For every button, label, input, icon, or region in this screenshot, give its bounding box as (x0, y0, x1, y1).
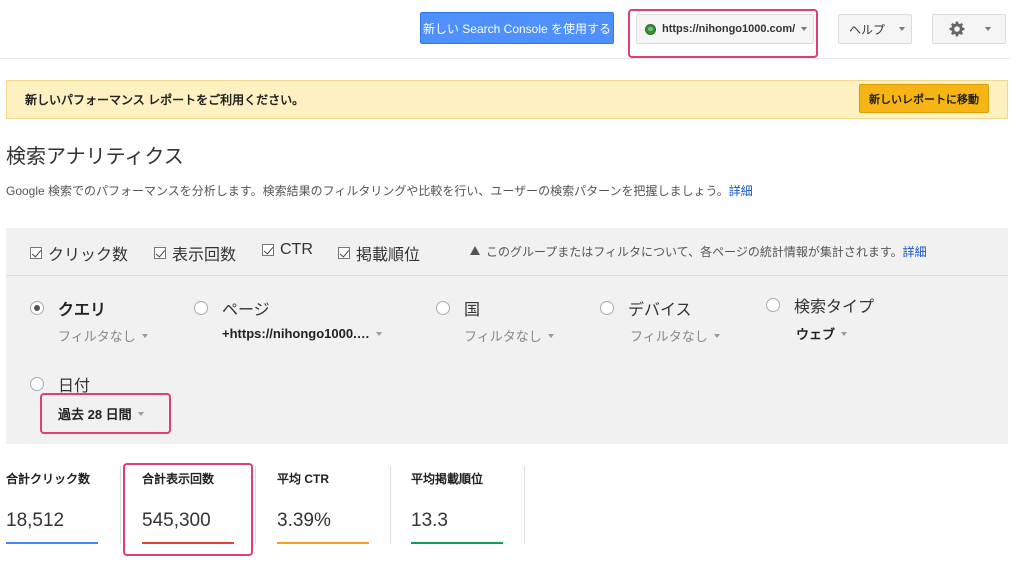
chevron-down-icon (141, 333, 148, 338)
stat-label-clicks: 合計クリック数 (6, 472, 91, 486)
radio-unselected-icon (30, 377, 44, 391)
stat-separator (524, 466, 525, 544)
radio-search-type[interactable]: 検索タイプ (766, 293, 874, 317)
stat-label-ctr: 平均 CTR (277, 472, 329, 486)
filter-value: フィルタなし (58, 329, 136, 344)
filter-value: フィルタなし (464, 329, 542, 344)
checkbox-clicks[interactable]: クリック数 (30, 241, 128, 265)
search-type-filter-dropdown[interactable]: ウェブ (796, 324, 848, 343)
checkbox-ctr[interactable]: CTR (262, 241, 313, 259)
stat-value-position: 13.3 (411, 510, 448, 531)
new-report-banner: 新しいパフォーマンス レポートをご利用ください。 (6, 80, 1008, 119)
chevron-down-icon (547, 333, 554, 338)
checkbox-label: CTR (280, 241, 313, 258)
stat-separator (390, 466, 391, 544)
new-search-console-button[interactable]: 新しい Search Console を使用する (420, 12, 614, 44)
device-filter-dropdown[interactable]: フィルタなし (630, 326, 720, 345)
checkbox-label: 掲載順位 (356, 247, 421, 264)
learn-more-link[interactable]: 詳細 (729, 184, 753, 198)
settings-button[interactable] (932, 14, 1006, 44)
checkbox-checked-icon (30, 247, 42, 259)
info-learn-more-link[interactable]: 詳細 (903, 243, 927, 260)
chevron-down-icon (985, 27, 991, 31)
radio-query[interactable]: クエリ (30, 296, 106, 320)
warning-icon (470, 246, 480, 255)
help-label: ヘルプ (849, 22, 886, 37)
panel-divider (6, 275, 1008, 276)
radio-selected-icon (30, 301, 44, 315)
gear-icon (949, 21, 965, 37)
radio-unselected-icon (600, 301, 614, 315)
filter-value: フィルタなし (630, 329, 708, 344)
chevron-down-icon (713, 333, 720, 338)
info-note-text: このグループまたはフィルタについて、各ページの統計情報が集計されます。 (486, 245, 903, 259)
chevron-down-icon (375, 331, 382, 336)
radio-device[interactable]: デバイス (600, 296, 692, 320)
banner-text: 新しいパフォーマンス レポートをご利用ください。 (25, 93, 305, 107)
stat-label-position: 平均掲載順位 (411, 472, 484, 486)
checkbox-position[interactable]: 掲載順位 (338, 241, 420, 265)
radio-unselected-icon (436, 301, 450, 315)
radio-page[interactable]: ページ (194, 296, 270, 320)
stat-separator (120, 466, 121, 544)
chevron-down-icon (899, 27, 906, 31)
checkbox-label: クリック数 (48, 247, 129, 264)
checkbox-checked-icon (338, 247, 350, 259)
highlight-box-impressions (123, 463, 253, 556)
dimension-label: 国 (464, 302, 481, 319)
checkbox-impressions[interactable]: 表示回数 (154, 241, 236, 265)
aggregation-info-note: このグループまたはフィルタについて、各ページの統計情報が集計されます。 詳細 (470, 243, 927, 260)
radio-unselected-icon (194, 301, 208, 315)
dimension-label: ページ (222, 302, 270, 319)
query-filter-dropdown[interactable]: フィルタなし (58, 326, 148, 345)
stat-separator (255, 466, 256, 544)
stat-value-clicks: 18,512 (6, 510, 65, 531)
page-filter-dropdown[interactable]: +https://nihongo1000.… (222, 326, 382, 341)
dimension-label: 検索タイプ (794, 299, 875, 316)
stat-color-bar-clicks (6, 542, 98, 544)
country-filter-dropdown[interactable]: フィルタなし (464, 326, 554, 345)
radio-country[interactable]: 国 (436, 296, 480, 320)
radio-unselected-icon (766, 298, 780, 312)
help-button[interactable]: ヘルプ (838, 14, 912, 44)
checkbox-checked-icon (154, 247, 166, 259)
page-description: Google 検索でのパフォーマンスを分析します。検索結果のフィルタリングや比較… (6, 182, 753, 199)
page-title: 検索アナリティクス (6, 146, 184, 168)
chevron-down-icon (841, 331, 848, 336)
highlight-box-date (40, 393, 171, 434)
header-divider (0, 58, 1010, 59)
dimension-label: クエリ (58, 302, 107, 319)
stat-color-bar-position (411, 542, 503, 544)
checkbox-label: 表示回数 (172, 247, 237, 264)
highlight-box-site (628, 9, 818, 58)
go-to-new-report-button[interactable]: 新しいレポートに移動 (859, 84, 989, 113)
filter-value: +https://nihongo1000.… (222, 326, 370, 341)
checkbox-checked-icon (262, 244, 274, 256)
dimension-label: デバイス (628, 302, 692, 319)
stat-value-ctr: 3.39% (277, 510, 331, 531)
description-text: Google 検索でのパフォーマンスを分析します。検索結果のフィルタリングや比較… (6, 184, 729, 198)
filter-value: ウェブ (796, 327, 836, 342)
stat-color-bar-ctr (277, 542, 369, 544)
